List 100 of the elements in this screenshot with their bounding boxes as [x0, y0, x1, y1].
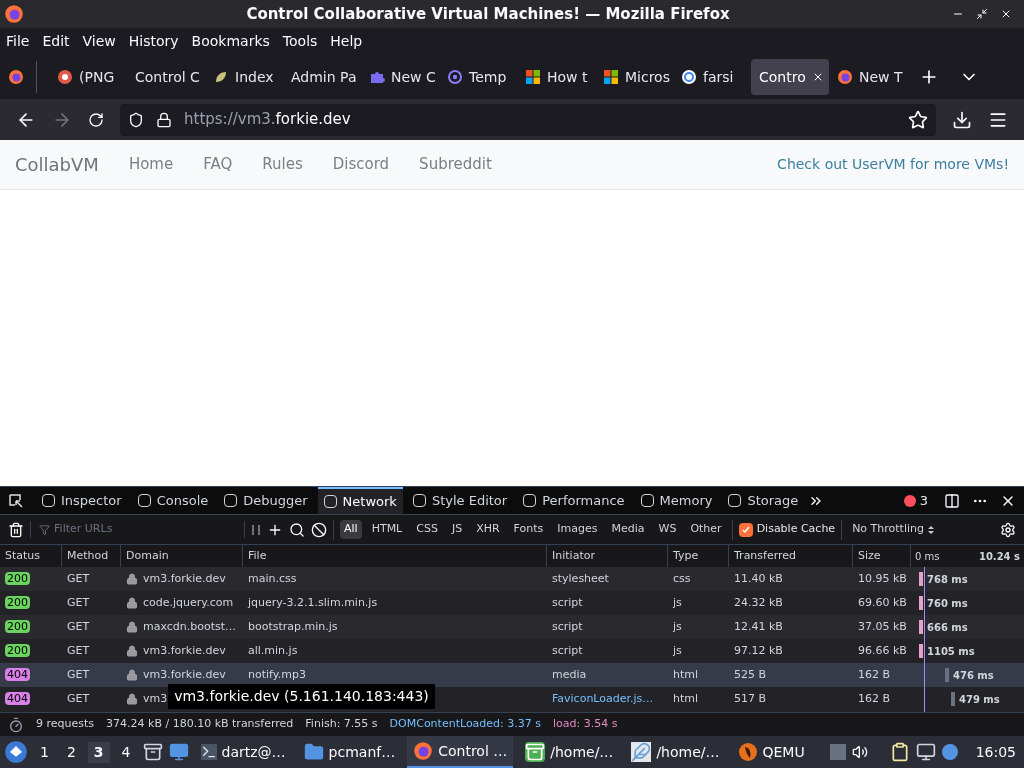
browser-tab[interactable]: (PNG [49, 59, 127, 95]
devtools-tab[interactable]: Debugger [218, 487, 314, 514]
table-cell-text: code.jquery.com [143, 594, 234, 611]
address-bar[interactable]: https://vm3.forkie.dev [120, 103, 936, 136]
devtools-tab[interactable]: Memory [634, 487, 719, 514]
filter-field[interactable]: Filter URLs [54, 521, 236, 538]
settings-icon[interactable] [1000, 521, 1016, 538]
network-icon[interactable] [915, 742, 936, 762]
nav-link[interactable]: Rules [262, 153, 303, 176]
workspace-button[interactable]: 2 [60, 741, 82, 763]
window-title: Control Collaborative Virtual Machines! — Mozilla Firefox [245, 3, 731, 25]
browser-tab[interactable]: Temp [439, 59, 517, 95]
waterfall-header[interactable]: 0 ms 10.24 s [911, 545, 1024, 567]
checkbox[interactable] [738, 522, 753, 537]
table-cell-text: GET [66, 666, 91, 683]
nav-link[interactable]: Home [128, 153, 174, 176]
promo-link[interactable]: Check out UserVM for more VMs! [777, 154, 1009, 175]
taskbar-task[interactable]: /home/… [519, 736, 620, 768]
close-icon[interactable] [1000, 8, 1012, 20]
menu-item[interactable]: Help [330, 31, 363, 52]
volume-icon[interactable] [851, 744, 868, 760]
table-cell: script [552, 619, 583, 633]
table-cell-text: maxcdn.bootst… [143, 618, 237, 635]
taskbar-task[interactable]: pcmanf… [297, 736, 402, 768]
type-filter[interactable]: Images [553, 520, 602, 539]
pause-icon[interactable] [251, 523, 261, 536]
drawer-icon[interactable] [142, 742, 163, 762]
block-icon[interactable] [311, 521, 327, 538]
nav-link[interactable]: Discord [332, 153, 390, 176]
type-filter[interactable]: Other [686, 520, 726, 539]
download-icon[interactable] [952, 109, 972, 130]
devtools-tab[interactable]: Storage [722, 487, 805, 514]
site-brand[interactable]: CollabVM [15, 151, 99, 178]
status-badge: 200 [5, 619, 30, 633]
type-filter[interactable]: XHR [472, 520, 504, 539]
workspace-button[interactable]: 4 [115, 741, 137, 763]
devtools-tab[interactable]: Performance [517, 487, 631, 514]
browser-tab[interactable]: farsi [673, 59, 751, 95]
taskbar-task[interactable]: QEMU [731, 736, 811, 768]
table-cell-text: GET [66, 594, 91, 611]
menu-item[interactable]: Edit [42, 31, 70, 52]
nav-link[interactable]: FAQ [203, 153, 233, 176]
pick-element-icon[interactable] [8, 492, 24, 509]
lock-icon [126, 621, 138, 633]
stopwatch-icon[interactable] [8, 716, 24, 733]
search-icon[interactable] [289, 521, 305, 538]
menu-item[interactable]: View [82, 31, 116, 52]
devtools-tab[interactable]: Inspector [36, 487, 128, 514]
notification-icon[interactable] [941, 744, 958, 760]
type-filter[interactable]: All [340, 520, 362, 539]
restore-icon[interactable] [976, 8, 988, 20]
type-filter[interactable]: Fonts [509, 520, 548, 539]
timing-bar [919, 644, 923, 658]
table-cell: 37.05 kB [858, 619, 907, 633]
workspace-button[interactable]: 3 [87, 741, 110, 763]
taskbar-task[interactable]: /home/… [625, 736, 726, 768]
reload-icon[interactable] [88, 111, 104, 128]
browser-tab[interactable]: Admin Pa [283, 59, 361, 95]
bookmark-star-icon[interactable] [908, 109, 928, 130]
browser-tab[interactable]: Control C [127, 59, 205, 95]
browser-tab[interactable]: New C [361, 59, 439, 95]
checkmark-icon [740, 524, 751, 535]
dock-icon[interactable] [944, 492, 960, 509]
request-row[interactable]: 404 GET vm3.forkie.dev notify.mp3 media html 525 B 162 B 476 ms [0, 663, 1024, 687]
menu-item[interactable]: File [6, 31, 30, 52]
taskbar-task[interactable]: Control … [407, 736, 514, 768]
filter-icon [39, 523, 51, 536]
workspace-button[interactable]: 1 [34, 741, 55, 763]
browser-tab[interactable]: How t [517, 59, 595, 95]
throttling-select[interactable]: No Throttling [848, 521, 938, 538]
table-cell: html [673, 691, 699, 705]
browser-tab[interactable]: Contro [751, 59, 829, 95]
menu-item[interactable]: History [128, 31, 179, 52]
lock-icon [126, 693, 138, 705]
table-cell: jquery-3.2.1.slim.min.js [248, 595, 378, 609]
devtools-tab[interactable]: Console [131, 487, 215, 514]
browser-tab[interactable]: Index [205, 59, 283, 95]
request-row[interactable]: 200 GET maxcdn.bootst… bootstrap.min.js script js 12.41 kB 37.05 kB 666 ms [0, 615, 1024, 639]
type-filter[interactable]: CSS [412, 520, 442, 539]
error-count[interactable]: 3 [903, 490, 928, 511]
browser-tab[interactable]: New T [829, 59, 907, 95]
start-menu-icon[interactable] [4, 740, 28, 764]
nav-link[interactable]: Subreddit [419, 153, 492, 176]
type-filter[interactable]: WS [654, 520, 681, 539]
type-filter[interactable]: Media [607, 520, 649, 539]
browser-tab[interactable]: Micros [595, 59, 673, 95]
up-down-arrows-icon [928, 524, 934, 535]
type-filter[interactable]: JS [447, 520, 467, 539]
devtools-tab[interactable]: Network [317, 487, 403, 514]
request-row[interactable]: 200 GET vm3.forkie.dev main.css stylesheet css 11.40 kB 10.95 kB 768 ms [0, 567, 1024, 591]
desktop-icon[interactable] [168, 742, 189, 762]
menu-item[interactable]: Bookmarks [191, 31, 270, 52]
terminal-icon [200, 744, 217, 760]
menu-item[interactable]: Tools [282, 31, 318, 52]
taskbar-task[interactable]: dartz@… [194, 736, 292, 768]
devtools-tab[interactable]: Style Editor [406, 487, 514, 514]
type-filter[interactable]: HTML [367, 520, 407, 539]
trash-icon[interactable] [8, 521, 24, 538]
initiator-link[interactable]: FaviconLoader.js… [552, 691, 654, 705]
table-cell-text: vm3.forkie.dev [143, 666, 226, 683]
